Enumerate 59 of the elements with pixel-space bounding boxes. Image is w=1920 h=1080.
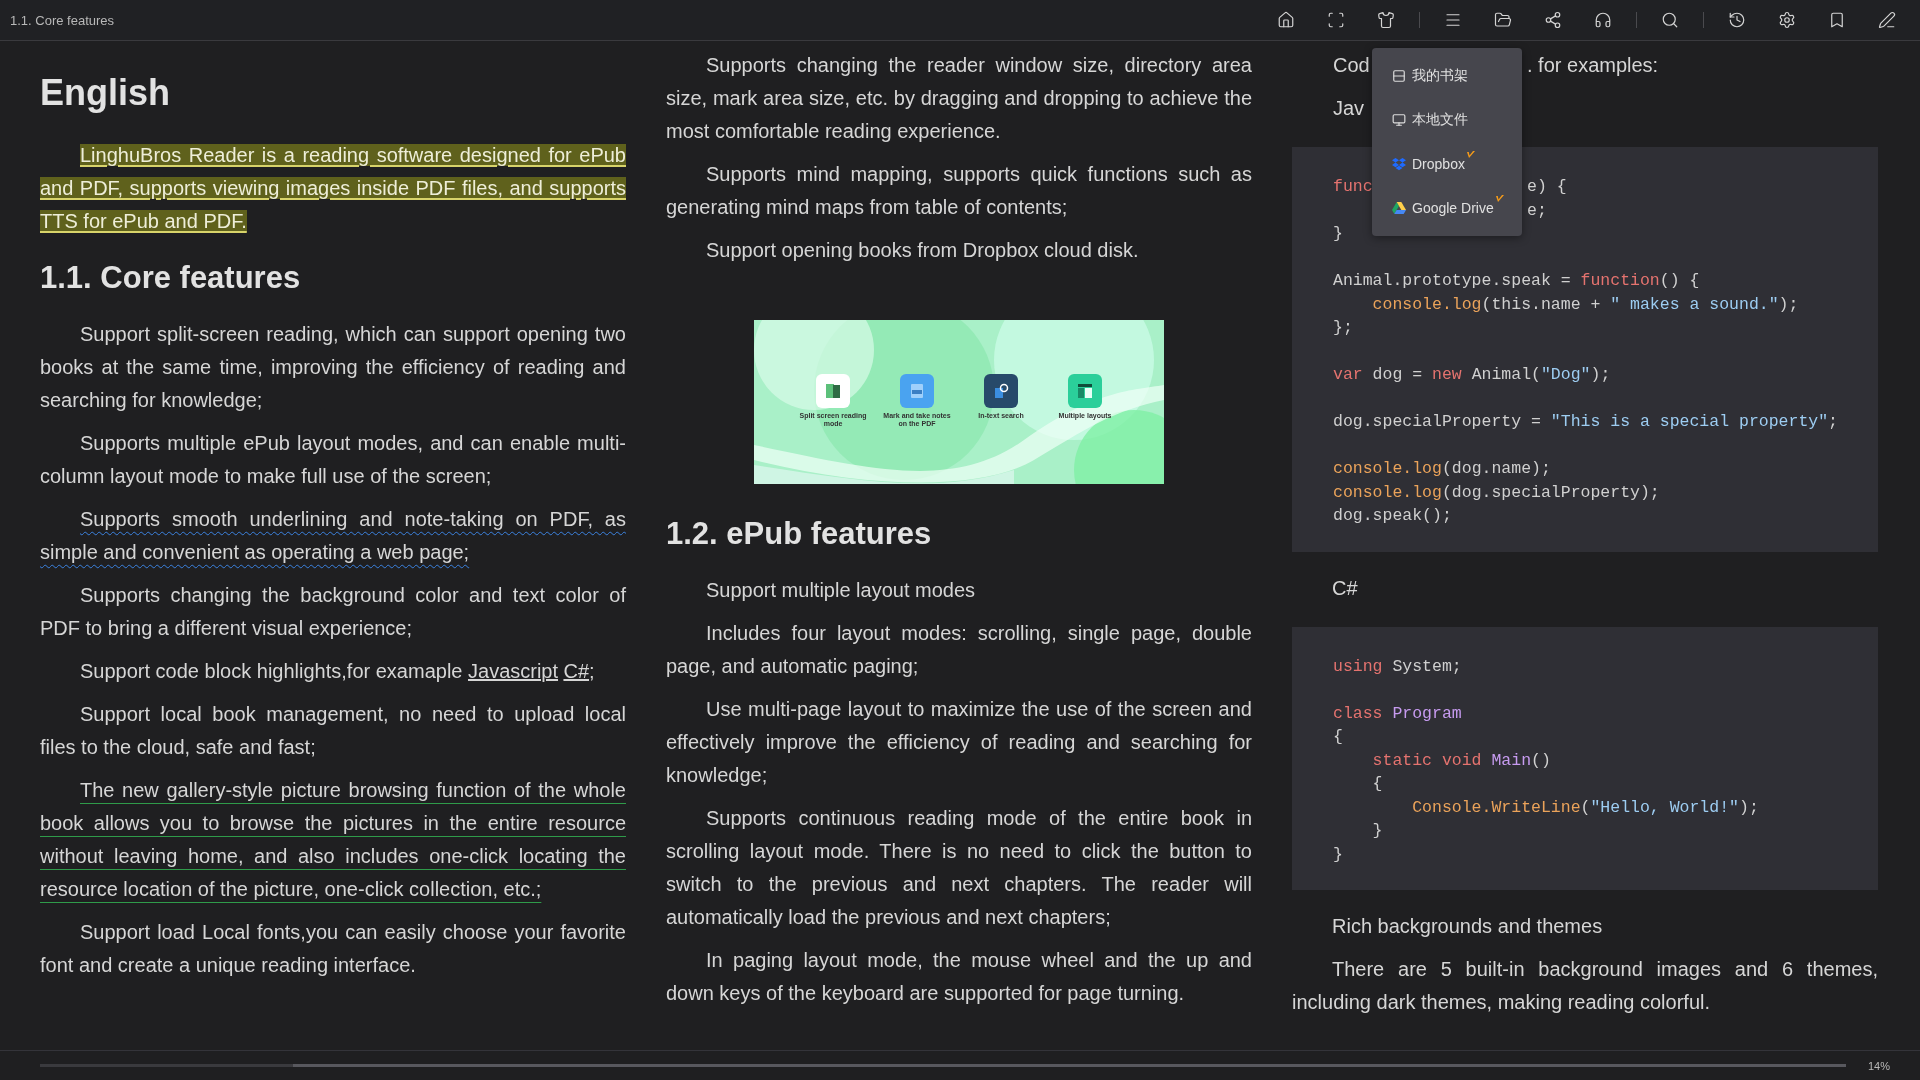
code-line: } — [1371, 820, 1384, 842]
paragraph: Includes four layout modes: scrolling, single page, double page, and automatic paging; — [666, 621, 1252, 679]
code-line: static void Main() — [1371, 749, 1552, 772]
paragraph: Support local book management, no need to upload local files to the cloud, safe and fast; — [40, 702, 626, 760]
progress-percent: 14% — [1868, 1059, 1891, 1072]
code-line: Animal.prototype.speak = function() { — [1333, 270, 1701, 292]
paragraph: Support split-screen reading, which can support opening two books at the same time, improving the efficiency of reading and searching for knowledge; — [40, 322, 626, 413]
paragraph: Supports changing the reader window size, directory area size, mark area size, etc. by dragging and dropping to achieve the most comfortable reading experience. — [666, 53, 1252, 144]
paragraph: Support load Local fonts,you can easily choose your favorite font and create a unique reading interface. — [40, 920, 626, 978]
paragraph: C# — [1331, 575, 1359, 601]
chapter-title: 1.1. Core features — [10, 12, 115, 28]
code-line: } — [1333, 223, 1344, 245]
paragraph: Supports multiple ePub layout modes, and can enable multi-column layout mode to make full use of the screen; — [40, 431, 626, 489]
code-line: { — [1371, 773, 1384, 795]
marked-paragraph: LinghuBros Reader is a reading software designed for ePub and PDF, supports viewing images inside PDF files, and supports TTS for ePub and PDF. — [40, 143, 626, 234]
paragraph: There are 5 built-in background images and 6 themes, including dark themes, making reading colorful. — [1292, 957, 1878, 1015]
section-heading: 1.1. Core features — [40, 259, 302, 297]
menu-item[interactable]: Google Drive — [1372, 186, 1522, 230]
code-line: } — [1333, 843, 1344, 866]
paragraph: Support multiple layout modes — [705, 578, 977, 603]
heading: English — [40, 71, 171, 115]
code-line: dog.specialProperty = "This is a special property"; — [1333, 411, 1837, 433]
code-line: console.log(dog.specialProperty); — [1333, 481, 1661, 504]
paragraph: Supports changing the background color and text color of PDF to bring a different visual experience; — [40, 583, 626, 641]
menu-item[interactable]: 本地文件 — [1372, 98, 1522, 142]
paragraph: Use multi-page layout to maximize the use of the screen and effectively improve the efficiency of reading and searching for knowledge; — [666, 697, 1252, 788]
code-line: dog.speak(); — [1333, 505, 1453, 527]
paragraph: In paging layout mode, the mouse wheel and the up and down keys of the keyboard are supported for page turning. — [666, 948, 1252, 1006]
code-line: var dog = new Animal("Dog"); — [1333, 364, 1612, 386]
paragraph: Support code block highlights,for examaple Javascript C#; — [79, 659, 596, 684]
section-heading: 1.2. ePub features — [666, 515, 933, 553]
marked-paragraph: Supports smooth underlining and note-taking on PDF, as simple and convenient as operating a web page; — [40, 507, 626, 565]
paragraph: Jav — [1332, 96, 1365, 121]
code-line: Console.WriteLine("Hello, World!"); — [1411, 796, 1760, 819]
drive-icon — [1392, 202, 1406, 214]
code-line: }; — [1333, 317, 1354, 339]
paragraph: Rich backgrounds and themes — [1331, 914, 1604, 939]
code-line: func — [1333, 177, 1373, 196]
monitor-icon — [1392, 113, 1406, 127]
code-line: { — [1333, 726, 1344, 748]
text-link[interactable]: Javascript — [468, 660, 559, 682]
dropbox-icon — [1392, 157, 1406, 171]
code-line: console.log(this.name + " makes a sound."); — [1371, 293, 1800, 316]
menu-item[interactable]: 我的书架 — [1372, 54, 1522, 98]
shelf-icon — [1392, 69, 1406, 83]
marked-paragraph: The new gallery-style picture browsing function of the whole book allows you to browse the pictures in the entire resource without leaving home, and also includes one-click locating the resource location of the picture, one-click collection, etc.; — [40, 778, 626, 902]
code-line: class Program — [1333, 702, 1463, 725]
code-line: e) { — [1527, 176, 1567, 198]
text-link[interactable]: C# — [563, 660, 589, 682]
paragraph: Support opening books from Dropbox cloud disk. — [705, 238, 1140, 263]
progress-track[interactable] — [40, 1064, 1846, 1067]
menu-item[interactable]: Dropbox — [1372, 142, 1522, 186]
paragraph: Supports mind mapping, supports quick functions such as generating mind maps from table of contents; — [666, 162, 1252, 220]
paragraph: Supports continuous reading mode of the entire book in scrolling layout mode. There is no need to click the button to switch to the previous and next chapters. The reader will automatically load the previous and next chapters; — [666, 806, 1252, 930]
code-line: e; — [1527, 199, 1547, 222]
paragraph-end: . for examples: — [1527, 53, 1659, 78]
code-line: console.log(dog.name); — [1333, 458, 1552, 480]
code-line: using System; — [1333, 655, 1463, 678]
paragraph-start: Cod — [1332, 53, 1370, 78]
